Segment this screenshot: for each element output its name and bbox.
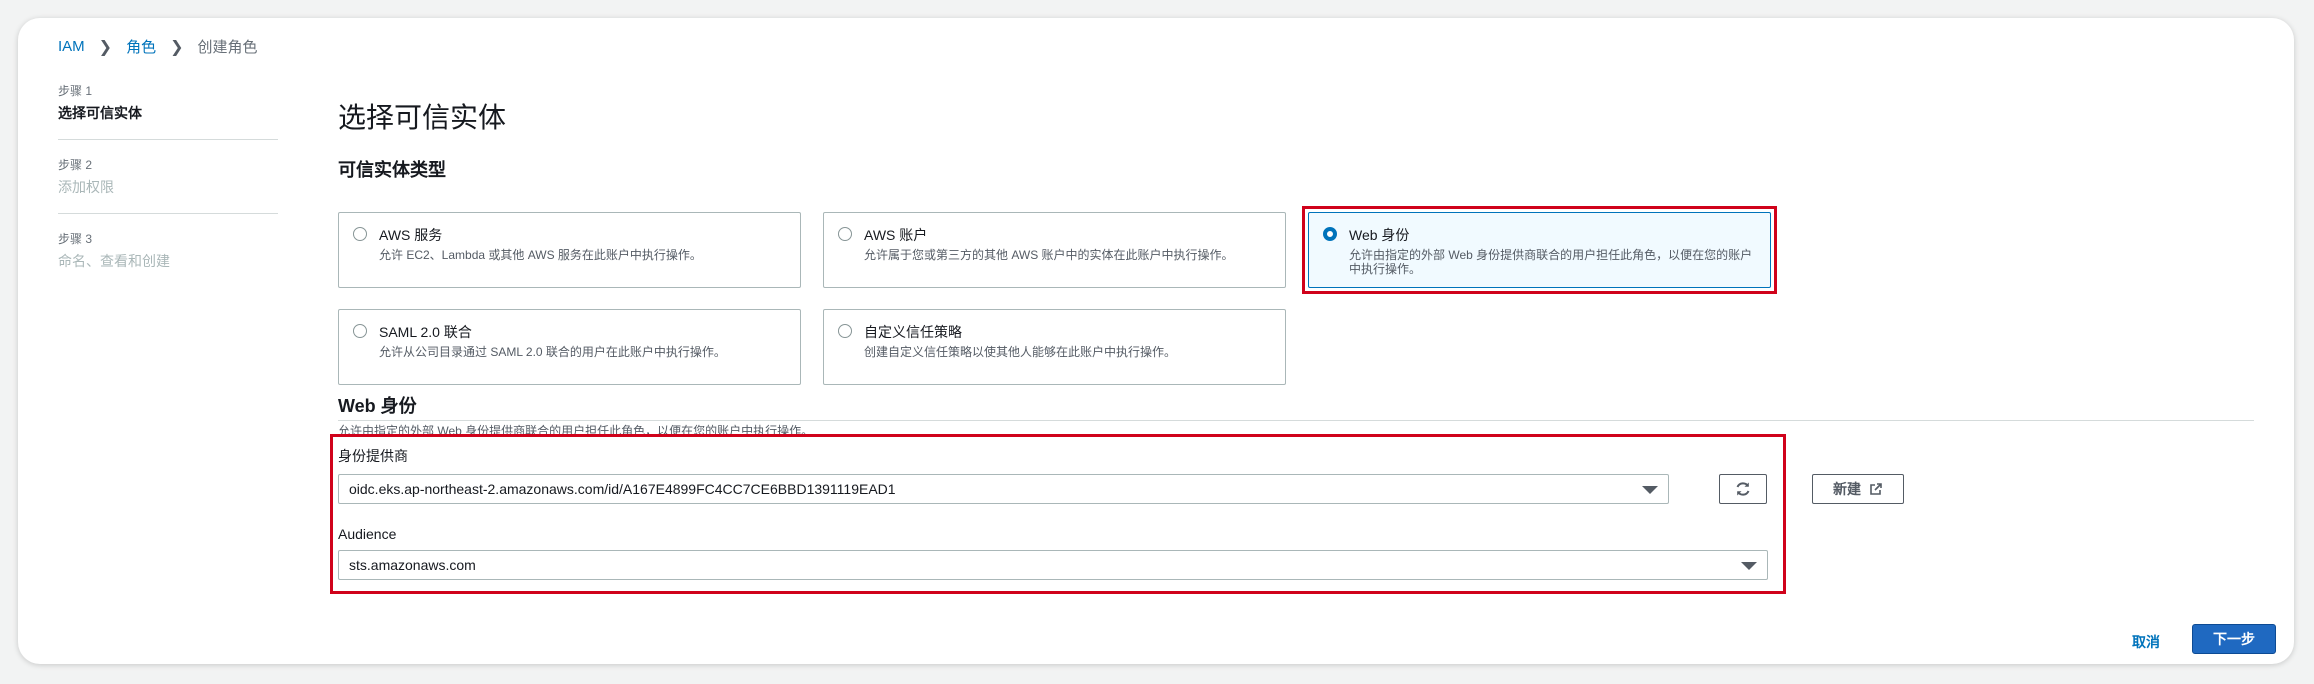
refresh-button[interactable] xyxy=(1719,474,1767,504)
step-2: 步骤 2 添加权限 xyxy=(58,156,278,214)
step-3: 步骤 3 命名、查看和创建 xyxy=(58,230,278,287)
refresh-icon xyxy=(1736,482,1750,496)
tile-aws-service[interactable]: AWS 服务 允许 EC2、Lambda 或其他 AWS 服务在此账户中执行操作… xyxy=(338,212,801,288)
radio-button[interactable] xyxy=(838,324,852,338)
cancel-button[interactable]: 取消 xyxy=(2132,632,2160,652)
step-number: 步骤 1 xyxy=(58,84,93,98)
tile-custom-trust-policy[interactable]: 自定义信任策略 创建自定义信任策略以使其他人能够在此账户中执行操作。 xyxy=(823,309,1286,385)
wizard-steps: 步骤 1 选择可信实体 步骤 2 添加权限 步骤 3 命名、查看和创建 xyxy=(58,82,278,303)
tile-title: 自定义信任策略 xyxy=(864,324,962,340)
main-content: 选择可信实体 可信实体类型 AWS 服务 允许 EC2、Lambda 或其他 A… xyxy=(330,78,2276,654)
section-title: 可信实体类型 xyxy=(338,160,446,180)
console-window: IAM ❯ 角色 ❯ 创建角色 步骤 1 选择可信实体 步骤 2 添加权限 步骤… xyxy=(18,18,2294,664)
web-identity-form: 身份提供商 oidc.eks.ap-northeast-2.amazonaws.… xyxy=(338,446,1778,580)
page-title: 选择可信实体 xyxy=(338,102,507,133)
breadcrumb-roles-link[interactable]: 角色 xyxy=(126,36,156,57)
tile-description: 允许 EC2、Lambda 或其他 AWS 服务在此账户中执行操作。 xyxy=(379,248,702,262)
provider-label: 身份提供商 xyxy=(338,448,408,464)
audience-label: Audience xyxy=(338,526,397,542)
create-provider-button[interactable]: 新建 xyxy=(1812,474,1904,504)
step-number: 步骤 2 xyxy=(58,158,93,172)
tile-title: AWS 服务 xyxy=(379,227,443,243)
radio-button[interactable] xyxy=(353,227,367,241)
tile-description: 创建自定义信任策略以使其他人能够在此账户中执行操作。 xyxy=(864,345,1177,359)
radio-button[interactable] xyxy=(353,324,367,338)
step-title: 添加权限 xyxy=(58,179,114,195)
step-1: 步骤 1 选择可信实体 xyxy=(58,82,278,140)
chevron-right-icon: ❯ xyxy=(98,38,113,56)
step-title: 选择可信实体 xyxy=(58,105,142,121)
divider xyxy=(338,420,2254,421)
step-title: 命名、查看和创建 xyxy=(58,253,170,269)
highlight-annotation xyxy=(1302,206,1777,294)
caret-down-icon xyxy=(1642,486,1658,494)
audience-select[interactable]: sts.amazonaws.com xyxy=(338,550,1768,580)
caret-down-icon xyxy=(1741,562,1757,570)
tile-aws-account[interactable]: AWS 账户 允许属于您或第三方的其他 AWS 账户中的实体在此账户中执行操作。 xyxy=(823,212,1286,288)
breadcrumb-iam-link[interactable]: IAM xyxy=(58,38,85,55)
entity-type-tiles: AWS 服务 允许 EC2、Lambda 或其他 AWS 服务在此账户中执行操作… xyxy=(338,206,2254,392)
identity-provider-select[interactable]: oidc.eks.ap-northeast-2.amazonaws.com/id… xyxy=(338,474,1669,504)
tile-title: SAML 2.0 联合 xyxy=(379,324,472,340)
select-value: oidc.eks.ap-northeast-2.amazonaws.com/id… xyxy=(349,481,896,497)
select-value: sts.amazonaws.com xyxy=(349,557,476,573)
tile-saml[interactable]: SAML 2.0 联合 允许从公司目录通过 SAML 2.0 联合的用户在此账户… xyxy=(338,309,801,385)
tile-description: 允许从公司目录通过 SAML 2.0 联合的用户在此账户中执行操作。 xyxy=(379,345,726,359)
external-link-icon xyxy=(1870,483,1882,495)
breadcrumb: IAM ❯ 角色 ❯ 创建角色 xyxy=(58,36,258,57)
web-identity-title: Web 身份 xyxy=(338,396,417,416)
breadcrumb-current: 创建角色 xyxy=(197,39,258,56)
radio-button[interactable] xyxy=(838,227,852,241)
button-label: 新建 xyxy=(1833,481,1861,497)
step-number: 步骤 3 xyxy=(58,232,93,246)
tile-title: AWS 账户 xyxy=(864,227,928,243)
chevron-right-icon: ❯ xyxy=(170,38,184,56)
tile-description: 允许属于您或第三方的其他 AWS 账户中的实体在此账户中执行操作。 xyxy=(864,248,1234,262)
next-button[interactable]: 下一步 xyxy=(2192,624,2276,654)
